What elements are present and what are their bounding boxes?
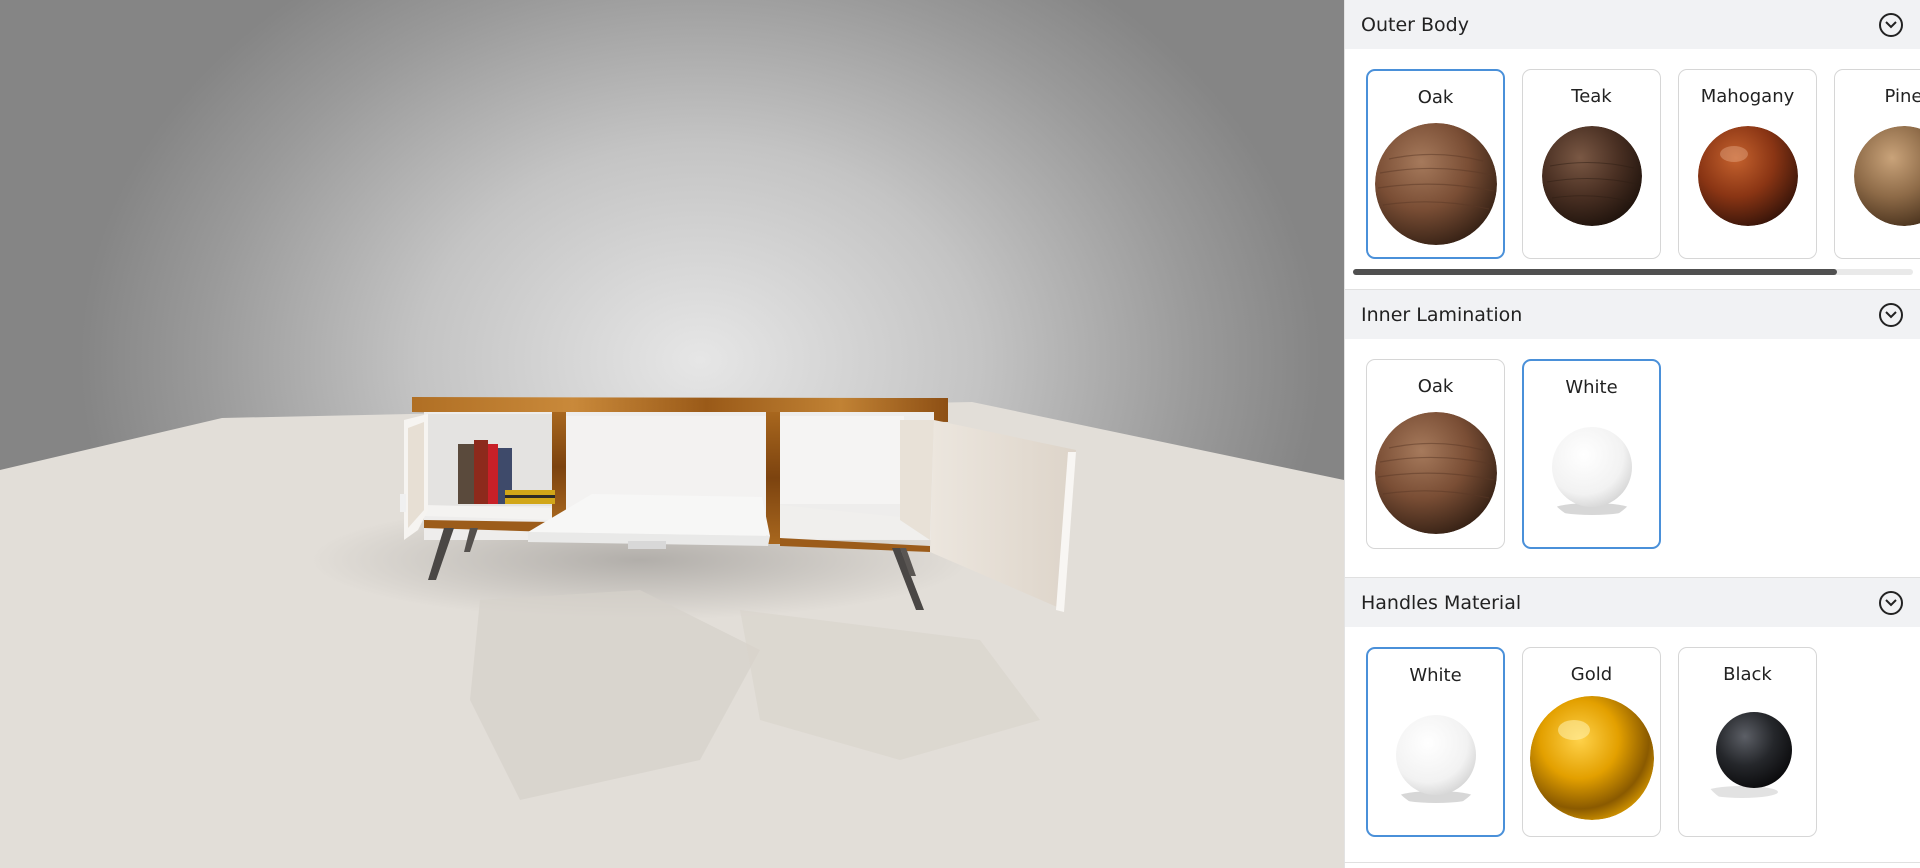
section-title: Handles Material	[1361, 591, 1522, 614]
section-outer-body: Outer Body Oak Teak Mahogany Pine	[1345, 0, 1920, 289]
chevron-down-icon[interactable]	[1879, 12, 1903, 37]
chevron-down-icon[interactable]	[1879, 302, 1903, 327]
white-swatch-sphere	[1395, 715, 1476, 803]
pine-swatch-sphere	[1853, 126, 1920, 226]
mahogany-swatch-sphere	[1697, 126, 1798, 226]
option-oak[interactable]: Oak	[1366, 69, 1505, 259]
option-label: Oak	[1417, 376, 1454, 397]
section-handles-material: Handles Material White Gold Black	[1345, 577, 1920, 865]
option-label: Teak	[1571, 86, 1612, 107]
teak-swatch-sphere	[1541, 126, 1642, 226]
oak-swatch-sphere	[1374, 412, 1497, 534]
black-swatch-sphere	[1705, 712, 1792, 798]
section-header-handles-material[interactable]: Handles Material	[1345, 578, 1920, 627]
options-list: Oak White	[1345, 339, 1920, 577]
scene-render[interactable]	[0, 0, 1344, 868]
option-label: Mahogany	[1700, 86, 1795, 107]
option-black[interactable]: Black	[1678, 647, 1817, 837]
oak-swatch-sphere	[1374, 123, 1497, 245]
option-label: Black	[1723, 664, 1772, 685]
option-pine[interactable]: Pine	[1834, 69, 1920, 259]
option-oak[interactable]: Oak	[1366, 359, 1505, 549]
chevron-down-icon[interactable]	[1879, 590, 1903, 615]
horizontal-scrollbar[interactable]	[1353, 269, 1913, 275]
option-teak[interactable]: Teak	[1522, 69, 1661, 259]
section-inner-lamination: Inner Lamination Oak White	[1345, 289, 1920, 577]
options-list: White Gold Black	[1345, 627, 1920, 865]
options-carousel[interactable]: Oak Teak Mahogany Pine	[1345, 49, 1920, 289]
option-label: Gold	[1570, 664, 1613, 685]
option-label: White	[1565, 377, 1618, 398]
scrollbar-thumb[interactable]	[1353, 269, 1837, 275]
white-swatch-sphere	[1551, 427, 1632, 515]
section-title: Inner Lamination	[1361, 303, 1523, 326]
option-gold[interactable]: Gold	[1522, 647, 1661, 837]
3d-viewport[interactable]	[0, 0, 1344, 868]
option-white[interactable]: White	[1522, 359, 1661, 549]
option-label: Oak	[1417, 87, 1454, 108]
section-header-outer-body[interactable]: Outer Body	[1345, 0, 1920, 49]
gold-swatch-sphere	[1529, 696, 1654, 820]
section-title: Outer Body	[1361, 13, 1469, 36]
material-options-panel: Outer Body Oak Teak Mahogany Pine Inner …	[1344, 0, 1920, 868]
option-mahogany[interactable]: Mahogany	[1678, 69, 1817, 259]
option-label: White	[1409, 665, 1462, 686]
option-label: Pine	[1884, 86, 1920, 107]
divider	[1344, 862, 1920, 863]
section-header-inner-lamination[interactable]: Inner Lamination	[1345, 290, 1920, 339]
option-white[interactable]: White	[1366, 647, 1505, 837]
